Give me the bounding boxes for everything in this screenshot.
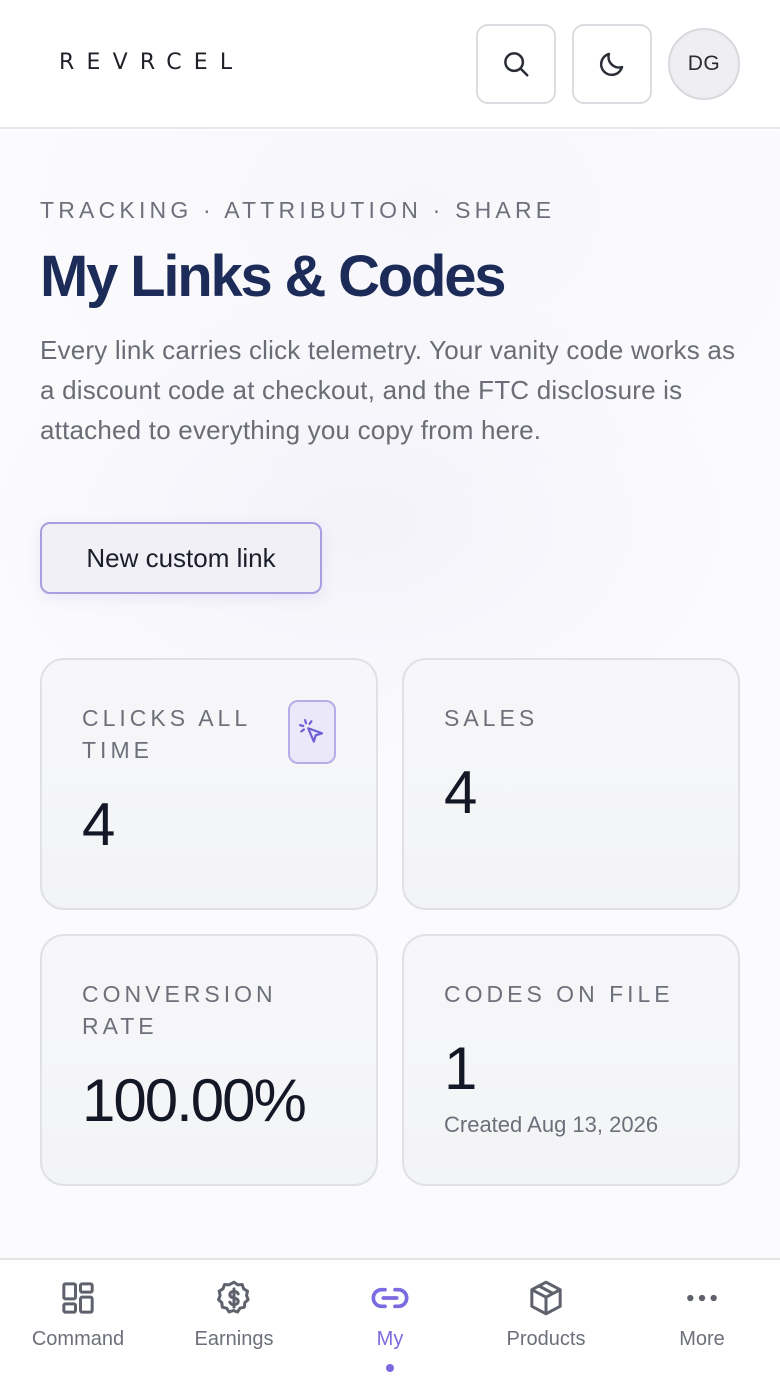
stat-value: 100.00%	[82, 1067, 307, 1134]
stat-label: CODES ON FILE	[444, 981, 674, 1007]
page-description: Every link carries click telemetry. Your…	[40, 335, 736, 445]
stat-card-clicks: CLICKS ALL TIME 4	[40, 658, 378, 910]
avatar[interactable]: DG	[668, 28, 740, 100]
more-icon	[687, 1294, 717, 1302]
nav-label: My	[376, 1328, 404, 1350]
stat-card-sales: SALES 4	[402, 658, 740, 910]
bottom-nav: Command Earnings My Products More	[0, 1258, 780, 1386]
link-icon	[371, 1287, 409, 1309]
stat-value: 1	[444, 1035, 477, 1102]
stat-card-conversion: CONVERSION RATE 100.00%	[40, 934, 378, 1186]
moon-icon	[599, 52, 624, 77]
cursor-click-icon	[299, 719, 324, 743]
nav-item-more[interactable]: More	[624, 1260, 780, 1386]
box-icon	[530, 1280, 562, 1316]
stat-label: SALES	[444, 705, 539, 731]
dollar-circle-icon	[217, 1280, 250, 1314]
nav-item-earnings[interactable]: Earnings	[156, 1260, 312, 1386]
search-icon	[504, 52, 529, 77]
clicks-icon-badge	[288, 700, 336, 764]
nav-item-products[interactable]: Products	[468, 1260, 624, 1386]
stat-card-codes: CODES ON FILE 1 Created Aug 13, 2026	[402, 934, 740, 1186]
nav-label: Products	[506, 1328, 586, 1350]
nav-item-command[interactable]: Command	[0, 1260, 156, 1386]
page-title: My Links & Codes	[40, 244, 507, 309]
new-custom-link-button[interactable]: New custom link	[40, 522, 322, 594]
theme-toggle-button[interactable]	[572, 24, 652, 104]
grid-icon	[62, 1282, 94, 1314]
brand-logo[interactable]: REVRCEL	[59, 50, 244, 75]
page-eyebrow: TRACKING · ATTRIBUTION · SHARE	[40, 197, 556, 223]
stat-label: CLICKS ALL TIME	[82, 705, 251, 763]
stat-label: CONVERSION RATE	[82, 981, 277, 1039]
main-content: TRACKING · ATTRIBUTION · SHARE My Links …	[0, 131, 780, 1258]
nav-item-my[interactable]: My	[312, 1260, 468, 1386]
top-bar: REVRCEL DG	[0, 0, 780, 129]
active-indicator-dot	[386, 1364, 394, 1372]
nav-label: Earnings	[194, 1328, 274, 1350]
search-button[interactable]	[476, 24, 556, 104]
stat-value: 4	[82, 791, 115, 858]
nav-label: Command	[31, 1328, 125, 1350]
stat-subtext: Created Aug 13, 2026	[444, 1112, 659, 1137]
stat-value: 4	[444, 759, 477, 826]
nav-label: More	[679, 1328, 725, 1350]
